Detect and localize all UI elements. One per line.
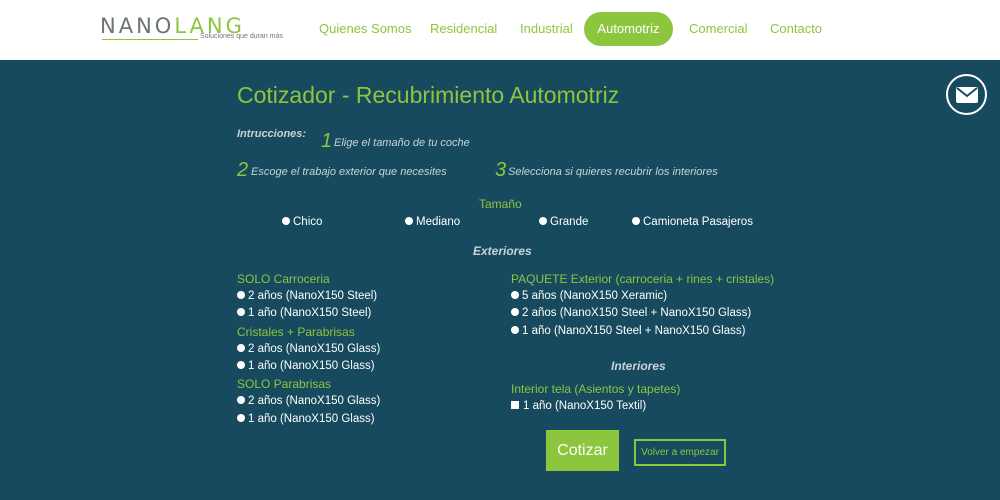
- nav-contacto[interactable]: Contacto: [770, 20, 822, 37]
- size-option-camioneta[interactable]: Camioneta Pasajeros: [632, 215, 753, 229]
- nav-industrial[interactable]: Industrial: [520, 20, 573, 37]
- step-2-number: 2: [237, 159, 249, 181]
- radio-button[interactable]: [511, 308, 519, 316]
- radio-button[interactable]: [632, 217, 640, 225]
- size-option-mediano[interactable]: Mediano: [405, 215, 460, 229]
- step-1-text: Elige el tamaño de tu coche: [334, 137, 470, 149]
- option-paquete-1-ano[interactable]: 1 año (NanoX150 Steel + NanoX150 Glass): [511, 324, 745, 338]
- contact-mail-button[interactable]: [946, 74, 987, 115]
- option-cristales-1-ano[interactable]: 1 año (NanoX150 Glass): [237, 359, 375, 373]
- group-solo-parabrisas-title: SOLO Parabrisas: [237, 377, 332, 391]
- radio-button[interactable]: [237, 414, 245, 422]
- volver-a-empezar-button[interactable]: Volver a empezar: [634, 439, 726, 466]
- nav-automotriz[interactable]: Automotriz: [584, 12, 673, 46]
- nav-residencial[interactable]: Residencial: [430, 20, 497, 37]
- instructions-label: Intrucciones:: [237, 128, 307, 140]
- group-interior-tela-title: Interior tela (Asientos y tapetes): [511, 382, 681, 396]
- top-navbar: NANOLANG Soluciones que duran más Quiene…: [0, 0, 1000, 60]
- radio-button[interactable]: [237, 396, 245, 404]
- nanolang-logo[interactable]: NANOLANG Soluciones que duran más: [100, 13, 295, 45]
- option-paquete-2-anos[interactable]: 2 años (NanoX150 Steel + NanoX150 Glass): [511, 306, 751, 320]
- size-option-chico[interactable]: Chico: [282, 215, 322, 229]
- group-paquete-exterior-title: PAQUETE Exterior (carroceria + rines + c…: [511, 272, 775, 286]
- option-parabrisas-1-ano[interactable]: 1 año (NanoX150 Glass): [237, 412, 375, 426]
- radio-button[interactable]: [511, 326, 519, 334]
- group-cristales-title: Cristales + Parabrisas: [237, 325, 355, 339]
- nav-quienes-somos[interactable]: Quienes Somos: [319, 20, 412, 37]
- cotizar-button[interactable]: Cotizar: [546, 430, 619, 471]
- radio-button[interactable]: [405, 217, 413, 225]
- step-1-number: 1: [321, 130, 333, 152]
- radio-button[interactable]: [237, 291, 245, 299]
- radio-button[interactable]: [511, 291, 519, 299]
- step-3-number: 3: [495, 159, 507, 181]
- nav-comercial[interactable]: Comercial: [689, 20, 748, 37]
- option-interior-textil[interactable]: 1 año (NanoX150 Textil): [511, 399, 646, 413]
- option-parabrisas-2-anos[interactable]: 2 años (NanoX150 Glass): [237, 394, 380, 408]
- radio-button[interactable]: [237, 361, 245, 369]
- option-paquete-5-anos[interactable]: 5 años (NanoX150 Xeramic): [511, 289, 667, 303]
- step-2-text: Escoge el trabajo exterior que necesites: [251, 166, 447, 178]
- logo-tagline: Soluciones que duran más: [200, 33, 283, 40]
- checkbox[interactable]: [511, 401, 519, 409]
- step-3-text: Selecciona si quieres recubrir los inter…: [508, 166, 718, 178]
- radio-button[interactable]: [282, 217, 290, 225]
- option-carroceria-2-anos[interactable]: 2 años (NanoX150 Steel): [237, 289, 377, 303]
- option-cristales-2-anos[interactable]: 2 años (NanoX150 Glass): [237, 342, 380, 356]
- size-option-grande[interactable]: Grande: [539, 215, 588, 229]
- interiores-heading: Interiores: [611, 359, 666, 373]
- radio-button[interactable]: [539, 217, 547, 225]
- page-title: Cotizador - Recubrimiento Automotriz: [237, 82, 620, 108]
- exteriores-heading: Exteriores: [473, 244, 532, 258]
- radio-button[interactable]: [237, 344, 245, 352]
- option-carroceria-1-ano[interactable]: 1 año (NanoX150 Steel): [237, 306, 371, 320]
- radio-button[interactable]: [237, 308, 245, 316]
- logo-underline: [102, 39, 198, 40]
- envelope-icon: [956, 87, 978, 103]
- group-solo-carroceria-title: SOLO Carroceria: [237, 272, 330, 286]
- size-heading: Tamaño: [479, 197, 522, 211]
